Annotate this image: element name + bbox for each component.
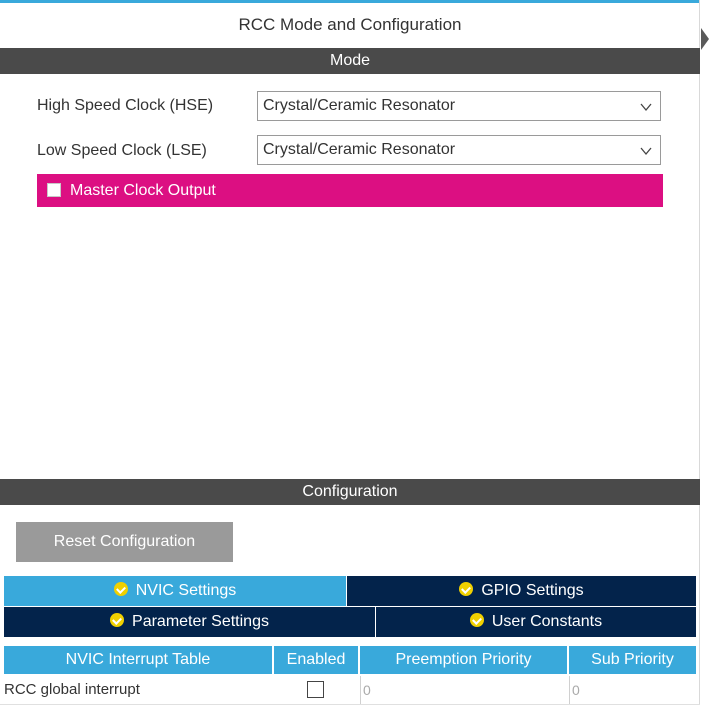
collapse-arrow-icon[interactable]	[701, 28, 709, 50]
column-header-sub-priority[interactable]: Sub Priority	[569, 646, 696, 674]
column-header-enabled[interactable]: Enabled	[274, 646, 358, 674]
mode-header: Mode	[0, 48, 700, 74]
chevron-down-icon	[640, 103, 652, 112]
column-header-interrupt-table[interactable]: NVIC Interrupt Table	[4, 646, 272, 674]
panel-title: RCC Mode and Configuration	[238, 15, 462, 34]
tab-label: Parameter Settings	[132, 613, 269, 630]
configuration-header: Configuration	[0, 479, 700, 505]
tab-label: GPIO Settings	[481, 582, 584, 599]
check-circle-icon	[113, 581, 128, 596]
check-circle-icon	[110, 612, 125, 627]
tab-label: NVIC Settings	[135, 582, 237, 599]
column-header-preemption-priority[interactable]: Preemption Priority	[360, 646, 567, 674]
preemption-priority-field[interactable]: 0	[360, 676, 567, 704]
sub-priority-field[interactable]: 0	[569, 676, 696, 704]
tab-label: User Constants	[491, 613, 603, 630]
lse-label: Low Speed Clock (LSE)	[37, 142, 207, 159]
master-clock-output-checkbox[interactable]	[47, 183, 61, 197]
hse-label: High Speed Clock (HSE)	[37, 97, 214, 114]
tab-nvic-settings[interactable]: NVIC Settings	[4, 576, 346, 606]
check-circle-icon	[459, 581, 474, 596]
lse-select-value: Crystal/Ceramic Resonator	[263, 141, 456, 158]
chevron-down-icon	[640, 147, 652, 156]
right-collapse-strip[interactable]	[699, 0, 711, 705]
check-circle-icon	[469, 612, 484, 627]
lse-select[interactable]: Crystal/Ceramic Resonator	[257, 135, 661, 165]
table-row-name: RCC global interrupt	[4, 681, 140, 698]
hse-select[interactable]: Crystal/Ceramic Resonator	[257, 91, 661, 121]
master-clock-output-label: Master Clock Output	[70, 182, 216, 199]
master-clock-output-row[interactable]: Master Clock Output	[37, 174, 663, 207]
reset-configuration-button[interactable]: Reset Configuration	[16, 522, 233, 562]
hse-select-value: Crystal/Ceramic Resonator	[263, 97, 456, 114]
enabled-checkbox[interactable]	[307, 681, 324, 698]
tab-user-constants[interactable]: User Constants	[376, 607, 696, 637]
tab-gpio-settings[interactable]: GPIO Settings	[347, 576, 696, 606]
tab-parameter-settings[interactable]: Parameter Settings	[4, 607, 375, 637]
